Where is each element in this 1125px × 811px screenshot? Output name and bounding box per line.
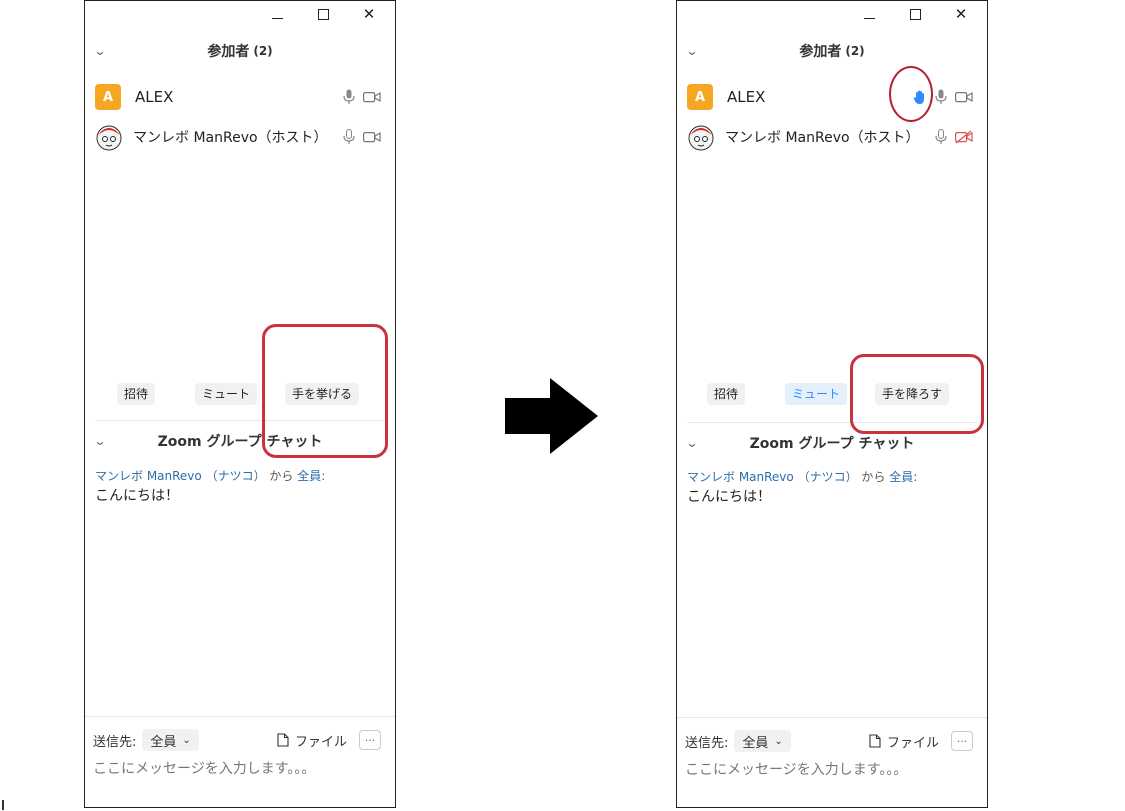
video-camera-icon[interactable] <box>363 131 381 143</box>
microphone-icon[interactable] <box>343 129 355 145</box>
participant-row[interactable]: A ALEX <box>95 83 381 111</box>
video-off-icon[interactable] <box>955 130 973 144</box>
minimize-button[interactable] <box>857 5 881 24</box>
avatar: A <box>687 84 713 110</box>
chevron-down-icon[interactable]: ⌄ <box>93 44 106 58</box>
minimize-icon <box>863 18 875 19</box>
window-controls: ✕ <box>265 5 381 24</box>
maximize-button[interactable] <box>311 5 335 24</box>
minimize-button[interactable] <box>265 5 289 24</box>
participant-name: マンレボ ManRevo（ホスト） <box>133 130 328 146</box>
file-button[interactable]: ファイル <box>869 732 939 751</box>
participant-row[interactable]: マンレボ ManRevo（ホスト） <box>687 123 973 151</box>
microphone-icon[interactable] <box>935 89 947 105</box>
raise-hand-highlight <box>262 324 388 458</box>
avatar <box>688 125 714 151</box>
chat-recipient[interactable]: 全員: <box>889 470 917 484</box>
participant-name: ALEX <box>135 88 174 106</box>
recipient-select[interactable]: 全員 ⌄ <box>142 729 199 751</box>
avatar <box>96 125 122 151</box>
chat-sender[interactable]: マンレボ ManRevo （ナツコ） <box>687 470 858 484</box>
lower-hand-highlight <box>850 354 984 434</box>
divider <box>85 716 395 717</box>
window-controls: ✕ <box>857 5 973 24</box>
corner-mark <box>2 800 4 810</box>
chat-title: Zoom グループ チャット <box>749 436 915 452</box>
minimize-icon <box>271 18 283 19</box>
maximize-button[interactable] <box>903 5 927 24</box>
recipient-select-value: 全員 <box>742 735 769 751</box>
video-camera-icon[interactable] <box>363 91 381 103</box>
participant-name: マンレボ ManRevo（ホスト） <box>725 130 920 146</box>
chevron-down-icon[interactable]: ⌄ <box>93 434 106 448</box>
more-options-button[interactable]: ··· <box>359 730 381 750</box>
file-icon <box>869 734 881 748</box>
participants-title: 参加者 <box>207 44 250 60</box>
message-input[interactable]: ここにメッセージを入力します。。。 <box>93 758 315 778</box>
microphone-icon[interactable] <box>935 129 947 145</box>
participants-count: (2) <box>845 44 865 58</box>
chat-message-text: こんにちは！ <box>687 489 771 505</box>
close-button[interactable]: ✕ <box>357 5 381 24</box>
recipient-select[interactable]: 全員 ⌄ <box>734 730 791 752</box>
participant-name: ALEX <box>727 88 766 106</box>
send-to-label: 送信先: <box>685 735 729 751</box>
chat-sender[interactable]: マンレボ ManRevo （ナツコ） <box>95 469 266 483</box>
mute-all-button[interactable]: ミュート <box>785 383 848 405</box>
maximize-icon <box>317 9 329 20</box>
mute-all-button[interactable]: ミュート <box>195 383 258 405</box>
more-options-button[interactable]: ··· <box>951 731 973 751</box>
close-button[interactable]: ✕ <box>949 5 973 24</box>
chat-header[interactable]: ⌄ Zoom グループ チャット <box>677 433 987 453</box>
file-button[interactable]: ファイル <box>277 731 347 750</box>
raised-hand-highlight <box>889 66 933 122</box>
chat-from-word: から <box>269 469 294 483</box>
send-to-label: 送信先: <box>93 734 137 750</box>
chevron-down-icon[interactable]: ⌄ <box>685 44 698 58</box>
message-input[interactable]: ここにメッセージを入力します。。。 <box>685 759 907 779</box>
maximize-icon <box>909 9 921 20</box>
invite-button[interactable]: 招待 <box>707 383 746 405</box>
chevron-down-icon: ⌄ <box>182 734 191 746</box>
chat-recipient[interactable]: 全員: <box>297 469 325 483</box>
avatar: A <box>95 84 121 110</box>
chevron-down-icon: ⌄ <box>774 735 783 747</box>
file-label: ファイル <box>295 734 348 750</box>
chat-message-text: こんにちは！ <box>95 488 179 504</box>
arrow-right-icon <box>505 378 598 454</box>
chevron-down-icon[interactable]: ⌄ <box>685 436 698 450</box>
video-camera-icon[interactable] <box>955 91 973 103</box>
invite-button[interactable]: 招待 <box>117 383 156 405</box>
participants-count: (2) <box>253 44 273 58</box>
divider <box>677 717 987 718</box>
chat-send-row: 送信先: 全員 ⌄ ファイル ··· <box>93 729 383 751</box>
participant-row[interactable]: マンレボ ManRevo（ホスト） <box>95 123 381 151</box>
chat-send-row: 送信先: 全員 ⌄ ファイル ··· <box>685 730 975 752</box>
microphone-icon[interactable] <box>343 89 355 105</box>
participants-header[interactable]: ⌄ 参加者 (2) <box>677 41 987 61</box>
chat-message-meta: マンレボ ManRevo （ナツコ） から 全員: <box>687 468 917 485</box>
file-icon <box>277 733 289 747</box>
recipient-select-value: 全員 <box>150 734 177 750</box>
chat-from-word: から <box>861 470 886 484</box>
chat-message-meta: マンレボ ManRevo （ナツコ） から 全員: <box>95 467 325 484</box>
file-label: ファイル <box>887 735 940 751</box>
participants-title: 参加者 <box>799 44 842 60</box>
participants-header[interactable]: ⌄ 参加者 (2) <box>85 41 395 61</box>
